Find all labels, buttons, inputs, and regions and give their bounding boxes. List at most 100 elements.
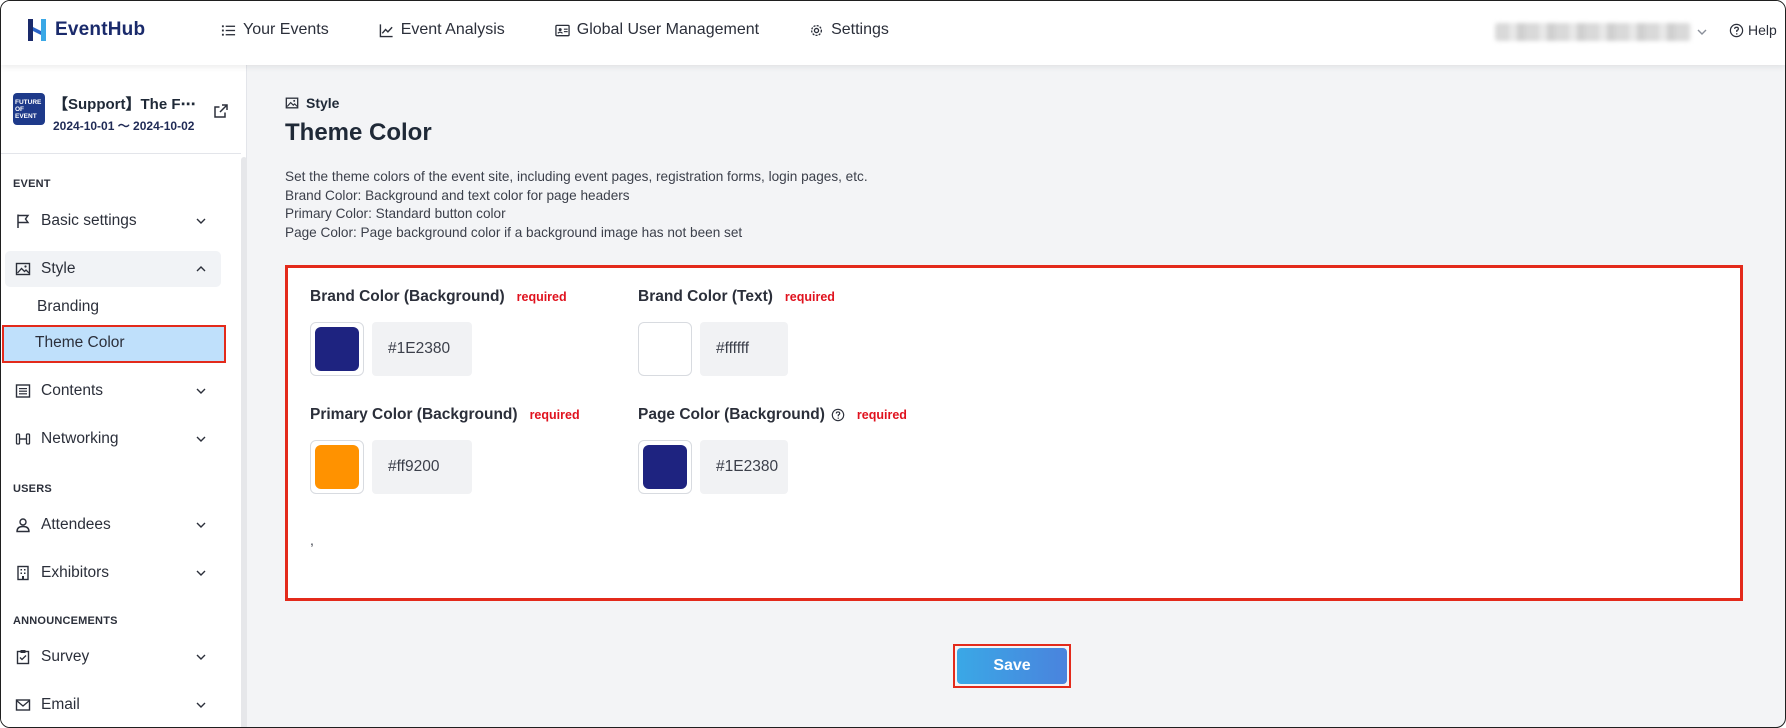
description-line: Primary Color: Standard button color: [285, 206, 506, 221]
page-description: Set the theme colors of the event site, …: [285, 168, 868, 242]
sidebar-item-basic-settings[interactable]: Basic settings: [5, 203, 221, 239]
main-content: Style Theme Color Set the theme colors o…: [247, 65, 1785, 727]
external-link-icon[interactable]: [213, 103, 229, 119]
event-header: FUTURE OF EVENT 【Support】The F⋯ 2024-10-…: [13, 93, 201, 134]
sidebar: FUTURE OF EVENT 【Support】The F⋯ 2024-10-…: [1, 65, 247, 727]
description-line: Set the theme colors of the event site, …: [285, 169, 868, 184]
event-dates: 2024-10-01 ～ 2024-10-02: [53, 119, 195, 133]
field-label-row: Brand Color (Text) required: [638, 288, 835, 306]
breadcrumb: Style: [285, 95, 339, 111]
required-badge: required: [784, 290, 835, 304]
color-picker-row: [310, 322, 567, 376]
sidebar-item-attendees[interactable]: Attendees: [5, 507, 221, 543]
field-primary-color-background: Primary Color (Background) required: [310, 406, 580, 494]
sidebar-item-label: Email: [41, 696, 80, 713]
page-title: Theme Color: [285, 119, 432, 146]
nav-label: Your Events: [243, 21, 329, 38]
color-swatch-button[interactable]: [638, 440, 692, 494]
hex-color-input[interactable]: [700, 322, 788, 376]
envelope-icon: [15, 699, 31, 711]
hex-color-input[interactable]: [372, 322, 472, 376]
sidebar-item-exhibitors[interactable]: Exhibitors: [5, 555, 221, 591]
nav-label: Event Analysis: [400, 21, 505, 38]
question-circle-icon[interactable]: [831, 408, 845, 422]
stray-text: ,: [310, 532, 314, 548]
chevron-up-icon: [196, 266, 206, 272]
chevron-down-icon: [196, 522, 206, 528]
help-link[interactable]: Help: [1729, 22, 1777, 38]
save-highlight-box: Save: [953, 644, 1071, 688]
required-badge: required: [529, 408, 580, 422]
field-label-row: Primary Color (Background) required: [310, 406, 580, 424]
field-label: Brand Color (Background): [310, 288, 505, 305]
people-network-icon: [15, 433, 31, 445]
event-thumbnail: FUTURE OF EVENT: [13, 93, 45, 125]
color-swatch-button[interactable]: [310, 440, 364, 494]
chevron-down-icon: [196, 218, 206, 224]
sidebar-item-label: Basic settings: [41, 212, 137, 229]
app-logo[interactable]: EventHub: [25, 17, 145, 43]
list-box-icon: [15, 384, 31, 398]
color-swatch-button[interactable]: [638, 322, 692, 376]
user-icon: [16, 518, 30, 533]
image-icon: [285, 97, 299, 109]
nav-settings[interactable]: Settings: [809, 21, 889, 39]
field-page-color-background: Page Color (Background) required: [638, 406, 907, 494]
flag-icon: [17, 214, 30, 228]
sidebar-item-label: Theme Color: [35, 334, 125, 351]
section-label-announcements: ANNOUNCEMENTS: [13, 615, 118, 627]
field-label: Primary Color (Background): [310, 406, 518, 423]
nav-event-analysis[interactable]: Event Analysis: [379, 21, 505, 39]
top-bar: EventHub Your Events Event Analysis Glob…: [1, 1, 1785, 65]
nav-your-events[interactable]: Your Events: [221, 21, 329, 39]
chart-icon: [379, 23, 393, 37]
list-icon: [221, 24, 236, 36]
sidebar-item-label: Branding: [37, 298, 100, 315]
eventhub-logo-icon: [28, 19, 46, 41]
color-swatch-button[interactable]: [310, 322, 364, 376]
field-brand-color-background: Brand Color (Background) required: [310, 288, 567, 376]
chevron-down-icon: [196, 654, 206, 660]
sidebar-item-email[interactable]: Email: [5, 687, 221, 723]
field-label-row: Brand Color (Background) required: [310, 288, 567, 306]
sidebar-divider: [1, 153, 241, 154]
field-brand-color-text: Brand Color (Text) required: [638, 288, 835, 376]
help-label: Help: [1748, 22, 1777, 38]
required-badge: required: [856, 408, 907, 422]
chevron-down-icon[interactable]: [1695, 25, 1709, 39]
color-swatch: [315, 327, 359, 371]
description-line: Brand Color: Background and text color f…: [285, 187, 630, 203]
nav-label: Global User Management: [576, 21, 760, 38]
sidebar-item-label: Survey: [41, 648, 90, 665]
section-label-event: EVENT: [13, 178, 51, 190]
description-line: Page Color: Page background color if a b…: [285, 224, 743, 240]
field-label: Page Color (Background): [638, 406, 825, 423]
top-nav: Your Events Event Analysis Global User M…: [221, 21, 889, 39]
sidebar-subitem-branding[interactable]: Branding: [5, 289, 223, 325]
sidebar-item-style[interactable]: Style: [5, 251, 221, 287]
color-picker-row: [638, 440, 907, 494]
nav-label: Settings: [831, 21, 889, 38]
sidebar-item-label: Style: [41, 260, 76, 277]
hex-color-input[interactable]: [372, 440, 472, 494]
sidebar-item-label: Exhibitors: [41, 564, 110, 581]
breadcrumb-label: Style: [306, 95, 340, 111]
gear-icon: [811, 24, 823, 36]
color-picker-row: [638, 322, 835, 376]
sidebar-subitem-theme-color[interactable]: Theme Color: [3, 325, 225, 361]
theme-color-form: Brand Color (Background) required Brand …: [285, 265, 1743, 601]
user-account-name-redacted[interactable]: [1495, 23, 1691, 41]
hex-color-input[interactable]: [700, 440, 788, 494]
save-button[interactable]: Save: [957, 648, 1067, 684]
sidebar-item-networking[interactable]: Networking: [5, 421, 221, 457]
sidebar-item-label: Attendees: [41, 516, 111, 533]
sidebar-item-survey[interactable]: Survey: [5, 639, 221, 675]
sidebar-item-contents[interactable]: Contents: [5, 373, 221, 409]
app-window: EventHub Your Events Event Analysis Glob…: [0, 0, 1786, 728]
required-badge: required: [516, 290, 567, 304]
field-label-row: Page Color (Background) required: [638, 406, 907, 424]
chevron-down-icon: [196, 436, 206, 442]
sidebar-item-label: Networking: [41, 430, 119, 447]
nav-global-user-management[interactable]: Global User Management: [555, 21, 759, 39]
clipboard-icon: [16, 650, 30, 665]
